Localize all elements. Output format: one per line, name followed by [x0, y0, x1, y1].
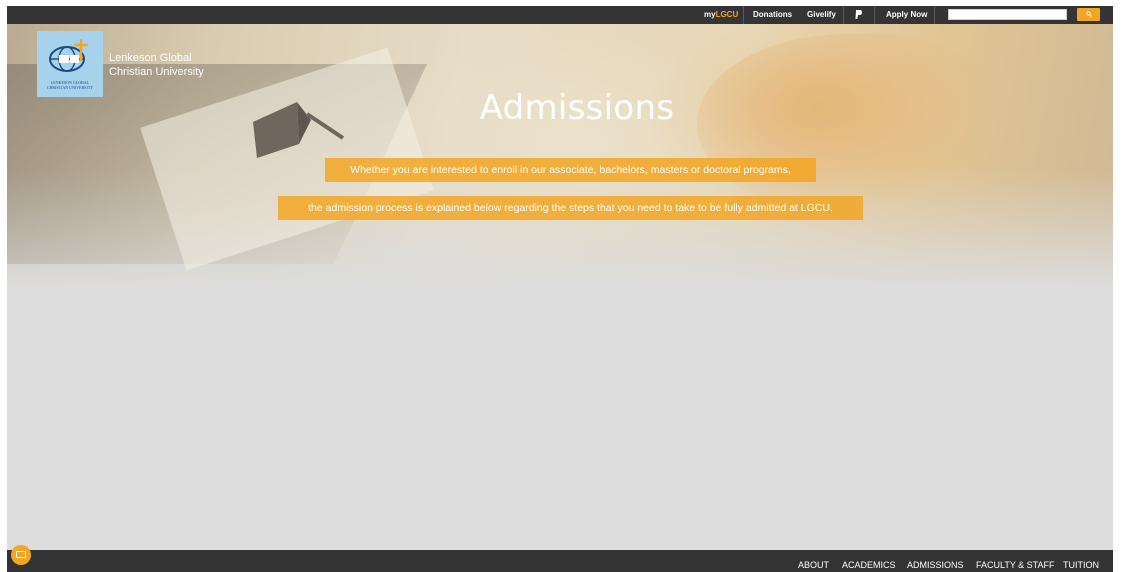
hand-photo: [697, 34, 997, 214]
top-utility-bar: myLGCU Donations Givelify Apply Now: [7, 6, 1113, 24]
university-name-line: Christian University: [109, 66, 204, 78]
graduation-cap-icon: [253, 102, 345, 158]
intro-line-2: the admission process is explained below…: [278, 196, 863, 220]
apply-now-link[interactable]: Apply Now: [886, 6, 927, 24]
search-button[interactable]: [1077, 8, 1100, 21]
chat-button[interactable]: [11, 545, 31, 565]
intro-line-1: Whether you are interested to enroll in …: [325, 158, 816, 182]
university-name-line: Lenkeson Global: [109, 52, 192, 64]
nav-academics[interactable]: ACADEMICS: [842, 550, 896, 572]
university-logo[interactable]: LENKESON GLOBAL CHRISTIAN UNIVERSITY: [37, 31, 103, 97]
divider: [874, 6, 875, 24]
logo-caption-line: CHRISTIAN UNIVERSITY: [46, 85, 94, 90]
mylgcu-link[interactable]: myLGCU: [704, 6, 738, 24]
divider: [934, 6, 935, 24]
nav-faculty-staff[interactable]: FACULTY & STAFF: [976, 550, 1055, 572]
nav-about[interactable]: ABOUT: [798, 550, 829, 572]
chat-icon: [16, 551, 26, 558]
search-input[interactable]: [948, 9, 1067, 20]
nav-tuition[interactable]: TUITION: [1063, 550, 1099, 572]
divider: [743, 6, 744, 24]
globe-cross-icon: [49, 39, 88, 72]
nav-admissions[interactable]: ADMISSIONS: [907, 550, 964, 572]
page-frame: myLGCU Donations Givelify Apply Now LENK…: [7, 6, 1113, 572]
paypal-icon[interactable]: [855, 6, 865, 24]
bottom-nav: ABOUT ACADEMICS ADMISSIONS FACULTY & STA…: [7, 550, 1113, 572]
divider: [843, 6, 844, 24]
donations-link[interactable]: Donations: [753, 6, 792, 24]
search-icon: [1085, 11, 1092, 17]
logo-caption: LENKESON GLOBAL CHRISTIAN UNIVERSITY: [37, 80, 103, 90]
page-title: Admissions: [479, 88, 675, 128]
givelify-link[interactable]: Givelify: [807, 6, 836, 24]
university-name[interactable]: Lenkeson Global Christian University: [109, 51, 229, 79]
